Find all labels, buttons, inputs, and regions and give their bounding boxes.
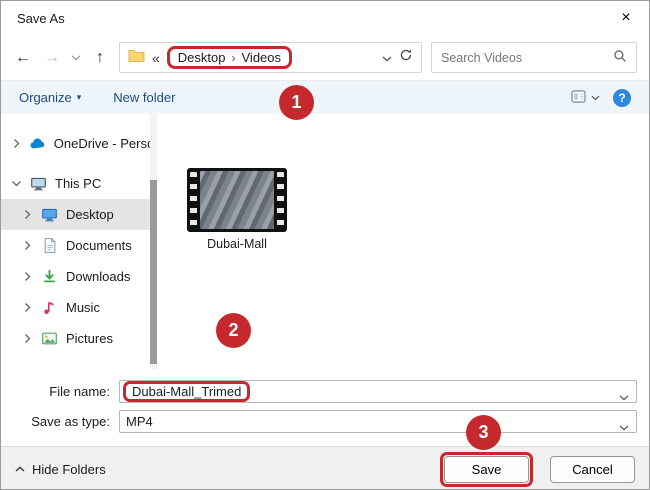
download-icon [40, 268, 59, 285]
new-folder-button[interactable]: New folder [113, 90, 175, 105]
breadcrumb-overflow-icon[interactable]: « [152, 50, 160, 66]
window-title: Save As [17, 10, 65, 26]
save-type-dropdown-chevron-icon[interactable] [619, 419, 629, 434]
annotation-box-filename: Dubai-Mall_Trimed [123, 380, 251, 402]
cloud-icon [29, 135, 47, 152]
annotation-box-save: Save [440, 451, 533, 487]
sidebar-scrollbar[interactable] [150, 114, 157, 369]
annotation-step-3: 3 [466, 415, 501, 450]
file-name-label: Dubai-Mall [207, 237, 267, 251]
chevron-up-icon [15, 466, 25, 472]
close-button[interactable]: × [603, 1, 649, 35]
folder-icon [128, 48, 145, 68]
sidebar-item-onedrive[interactable]: OneDrive - Perso [1, 128, 150, 159]
expand-chevron-icon[interactable] [11, 138, 22, 149]
breadcrumb-separator-icon: › [231, 50, 236, 65]
expand-chevron-icon[interactable] [22, 240, 33, 251]
sidebar-item-label: Desktop [66, 207, 114, 222]
views-icon [571, 89, 586, 106]
desktop-icon [40, 206, 59, 223]
picture-icon [40, 330, 59, 347]
sidebar-item-label: Pictures [66, 331, 113, 346]
save-type-field-label: Save as type: [31, 413, 110, 429]
breadcrumb-item-videos[interactable]: Videos [242, 50, 282, 65]
title-bar: Save As × [1, 1, 649, 35]
sidebar-item-music[interactable]: Music [1, 292, 150, 323]
sidebar-item-label: OneDrive - Perso [53, 136, 150, 151]
views-button[interactable] [571, 89, 600, 106]
scrollbar-thumb[interactable] [150, 180, 157, 364]
sidebar-item-label: This PC [55, 176, 102, 191]
save-type-value: MP4 [126, 413, 153, 429]
search-placeholder: Search Videos [441, 50, 523, 65]
sidebar-item-downloads[interactable]: Downloads [1, 261, 150, 292]
computer-icon [29, 175, 48, 192]
expand-chevron-icon[interactable] [22, 209, 33, 220]
organize-button[interactable]: Organize ▾ [19, 90, 81, 105]
sidebar-item-this-pc[interactable]: This PC [1, 168, 150, 199]
organize-label: Organize [19, 90, 72, 105]
expand-chevron-icon[interactable] [22, 271, 33, 282]
navigation-bar: ← → ↑ « Desktop › Videos Search Videos [1, 35, 649, 81]
music-note-icon [40, 299, 59, 316]
annotation-box-breadcrumb: Desktop › Videos [166, 46, 293, 69]
save-type-select[interactable]: MP4 [119, 409, 637, 434]
breadcrumb-item-desktop[interactable]: Desktop [178, 50, 226, 65]
sidebar-item-label: Downloads [66, 269, 131, 284]
save-fields: File name: Dubai-Mall_Trimed Save as typ… [1, 369, 649, 446]
file-name-dropdown-chevron-icon[interactable] [619, 389, 629, 404]
file-item-dubai-mall[interactable]: Dubai-Mall [185, 168, 289, 251]
hide-folders-button[interactable]: Hide Folders [15, 462, 106, 477]
sidebar-item-label: Documents [66, 238, 132, 253]
file-name-value: Dubai-Mall_Trimed [132, 383, 242, 399]
annotation-step-1: 1 [279, 85, 314, 120]
content-area: OneDrive - Perso This PC Desktop Documen… [1, 114, 649, 369]
navigation-pane: OneDrive - Perso This PC Desktop Documen… [1, 114, 150, 369]
back-icon[interactable]: ← [13, 49, 33, 66]
forward-icon[interactable]: → [42, 49, 62, 66]
expand-chevron-icon[interactable] [22, 302, 33, 313]
file-name-field-label: File name: [49, 383, 110, 399]
expand-chevron-icon[interactable] [22, 333, 33, 344]
collapse-chevron-icon[interactable] [11, 180, 22, 187]
refresh-icon[interactable] [399, 48, 413, 67]
save-as-dialog: Save As × ← → ↑ « Desktop › Videos Searc… [0, 0, 650, 490]
video-thumbnail [187, 168, 287, 232]
sidebar-item-documents[interactable]: Documents [1, 230, 150, 261]
views-chevron-icon [591, 95, 600, 100]
sidebar-item-pictures[interactable]: Pictures [1, 323, 150, 354]
search-icon[interactable] [613, 49, 627, 66]
help-button[interactable]: ? [613, 88, 631, 107]
document-icon [40, 237, 59, 254]
recent-locations-chevron-icon[interactable] [71, 55, 81, 61]
cancel-button[interactable]: Cancel [550, 455, 635, 483]
address-bar[interactable]: « Desktop › Videos [119, 42, 422, 73]
search-input[interactable]: Search Videos [431, 42, 637, 73]
annotation-step-2: 2 [216, 313, 251, 348]
dialog-footer: Hide Folders Save Cancel [1, 446, 649, 489]
address-dropdown-chevron-icon[interactable] [382, 49, 392, 67]
command-bar: Organize ▾ New folder ? [1, 81, 649, 114]
file-name-input[interactable]: Dubai-Mall_Trimed [119, 379, 637, 404]
hide-folders-label: Hide Folders [32, 461, 106, 477]
sidebar-item-label: Music [66, 300, 100, 315]
sidebar-item-desktop[interactable]: Desktop [1, 199, 150, 230]
organize-caret-icon: ▾ [76, 92, 82, 102]
up-icon[interactable]: ↑ [90, 49, 110, 66]
save-button[interactable]: Save [444, 455, 529, 483]
